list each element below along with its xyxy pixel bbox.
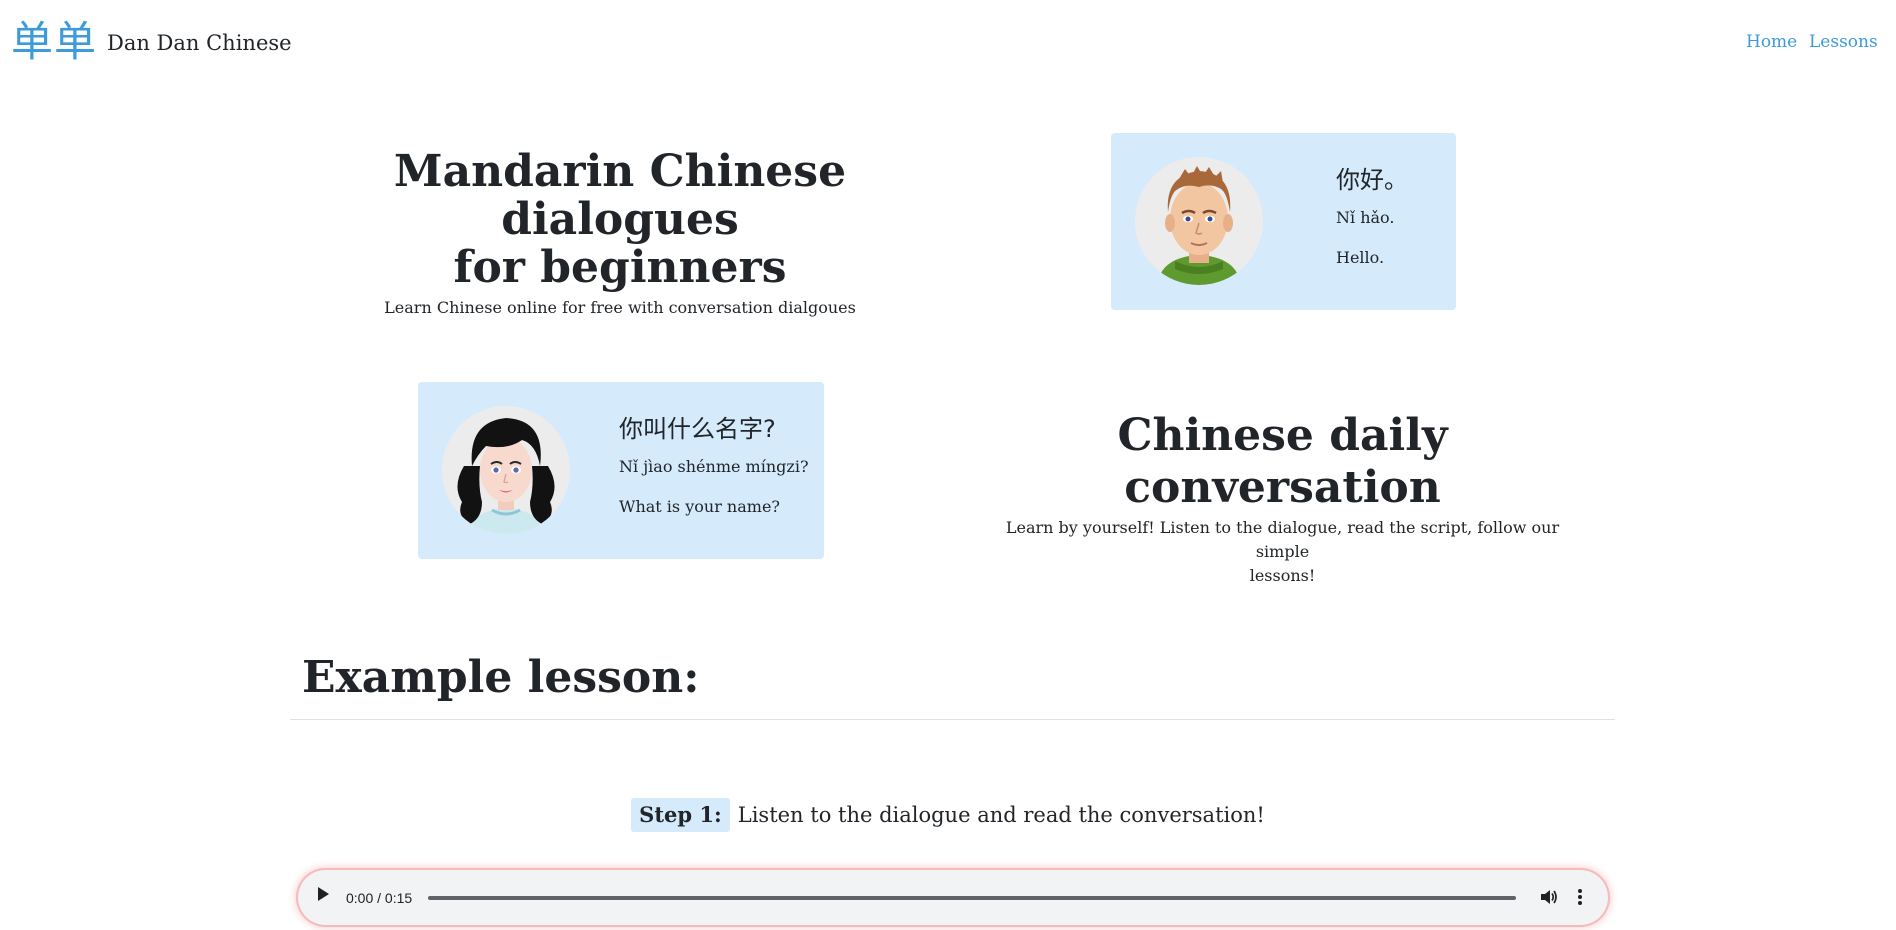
dialogue-card-name: 你叫什么名字? Nǐ jìao shénme míngzi? What is y… — [418, 382, 824, 559]
more-options-icon[interactable] — [1577, 887, 1583, 907]
audio-time: 0:00 / 0:15 — [346, 890, 413, 906]
section-subtitle-line2: lessons! — [1249, 566, 1316, 585]
example-lesson-title: Example lesson: — [302, 652, 700, 703]
section-subtitle-line1: Learn by yourself! Listen to the dialogu… — [1005, 518, 1560, 561]
section-heading: Chinese daily conversation — [1117, 410, 1448, 513]
hero-intro: Mandarin Chinese dialogues for beginners… — [300, 148, 940, 319]
play-icon[interactable] — [318, 887, 329, 901]
volume-icon[interactable] — [1539, 887, 1559, 907]
section-subtitle: Learn by yourself! Listen to the dialogu… — [990, 516, 1575, 588]
hero-title-line2: for beginners — [453, 242, 787, 293]
nav-link-home[interactable]: Home — [1746, 31, 1797, 53]
dialogue-hanzi: 你叫什么名字? — [619, 415, 776, 443]
hero-subtitle: Learn Chinese online for free with conve… — [384, 298, 856, 317]
dialogue-card-hello: 你好。 Nǐ hǎo. Hello. — [1111, 133, 1456, 310]
dialogue-text: 你叫什么名字? Nǐ jìao shénme míngzi? What is y… — [619, 412, 809, 518]
hero-title: Mandarin Chinese dialogues for beginners — [300, 148, 940, 292]
dialogue-pinyin: Nǐ hǎo. — [1336, 208, 1395, 227]
girl-avatar-illustration — [457, 418, 555, 534]
nav-link-lessons[interactable]: Lessons — [1809, 31, 1878, 53]
girl-avatar — [442, 406, 570, 534]
step-row: Step 1: Listen to the dialogue and read t… — [0, 798, 1896, 832]
step-text: Listen to the dialogue and read the conv… — [737, 803, 1265, 827]
boy-avatar-illustration — [1157, 166, 1241, 285]
dialogue-hanzi: 你好。 — [1336, 166, 1408, 194]
step-badge: Step 1: — [631, 798, 730, 832]
dialogue-pinyin: Nǐ jìao shénme míngzi? — [619, 457, 809, 476]
dialogue-english: Hello. — [1336, 248, 1385, 267]
more-options-icon-glyph — [1578, 889, 1582, 905]
audio-player[interactable]: 0:00 / 0:15 — [298, 870, 1608, 925]
dialogue-english: What is your name? — [619, 497, 780, 516]
audio-progress-track[interactable] — [428, 896, 1516, 900]
divider — [290, 719, 1615, 720]
boy-avatar — [1135, 157, 1263, 285]
hero-title-line1: Mandarin Chinese dialogues — [393, 146, 847, 245]
dialogue-text: 你好。 Nǐ hǎo. Hello. — [1336, 163, 1408, 269]
hero-daily-conversation: Chinese daily conversation Learn by your… — [990, 410, 1575, 588]
brand-logo[interactable]: 单单 — [11, 16, 97, 68]
volume-icon-glyph — [1541, 890, 1557, 904]
navbar: 单单 Dan Dan Chinese Home Lessons — [0, 0, 1896, 86]
brand-name[interactable]: Dan Dan Chinese — [107, 30, 292, 56]
